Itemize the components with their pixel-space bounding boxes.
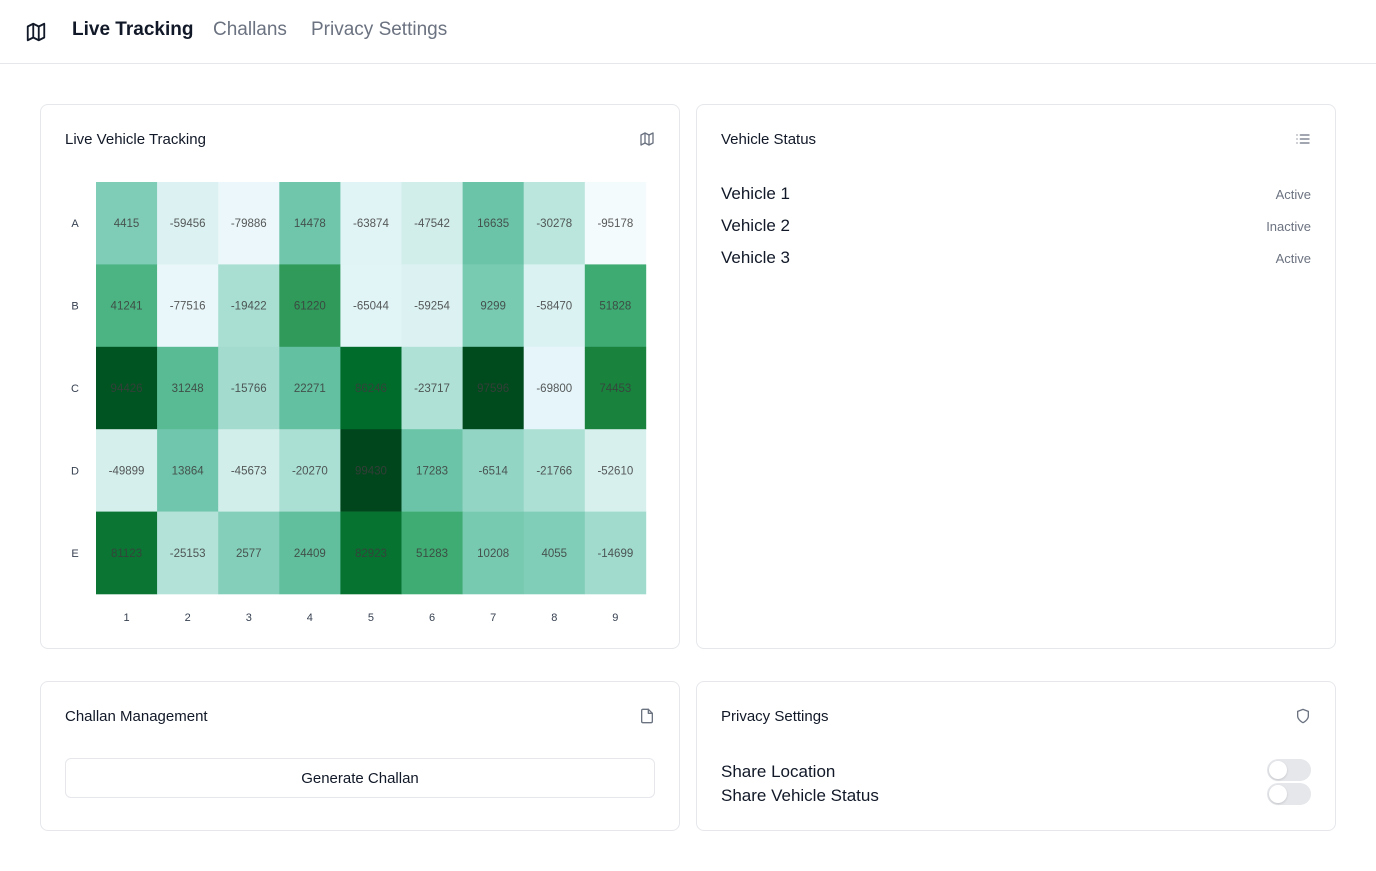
card-title: Privacy Settings bbox=[721, 708, 829, 725]
status-badge: Active bbox=[1275, 187, 1311, 202]
cell-value-label: -6514 bbox=[478, 465, 508, 477]
challan-card: Challan Management Generate Challan bbox=[40, 681, 680, 831]
cell-value-label: -49899 bbox=[109, 465, 145, 477]
live-tracking-card: Live Vehicle Tracking 4415 -59456 -79886 14… bbox=[40, 104, 680, 649]
list-item[interactable]: Vehicle 3 Active bbox=[721, 248, 1311, 272]
x-tick-label: 7 bbox=[490, 612, 496, 624]
cell-value-label: -63874 bbox=[353, 218, 389, 230]
status-badge: Inactive bbox=[1266, 219, 1311, 234]
cell-value-label: 99430 bbox=[355, 465, 387, 477]
cell-value-label: 74453 bbox=[599, 383, 631, 395]
cell-value-label: -14699 bbox=[597, 548, 633, 560]
top-nav: Live Tracking Challans Privacy Settings bbox=[0, 0, 1376, 64]
cell-value-label: -69800 bbox=[536, 383, 572, 395]
cell-value-label: 31248 bbox=[172, 383, 204, 395]
cell-value-label: 4415 bbox=[114, 218, 140, 230]
toggle-knob bbox=[1269, 785, 1287, 803]
x-tick-label: 6 bbox=[429, 612, 435, 624]
card-title: Challan Management bbox=[65, 708, 208, 725]
share-location-label: Share Location bbox=[721, 762, 836, 781]
x-tick-label: 3 bbox=[246, 612, 252, 624]
nav-live-tracking[interactable]: Live Tracking bbox=[72, 19, 193, 41]
cell-value-label: -45673 bbox=[231, 465, 267, 477]
cell-value-label: 24409 bbox=[294, 548, 326, 560]
nav-privacy-settings[interactable]: Privacy Settings bbox=[311, 19, 447, 41]
vehicle-status-card: Vehicle Status Vehicle 1 Active Vehicle … bbox=[696, 104, 1336, 649]
cell-value-label: -59254 bbox=[414, 301, 450, 313]
cell-value-label: -47542 bbox=[414, 218, 450, 230]
x-tick-label: 5 bbox=[368, 612, 374, 624]
cell-value-label: -58470 bbox=[536, 301, 572, 313]
cell-value-label: -52610 bbox=[597, 465, 633, 477]
cell-value-label: 51828 bbox=[599, 301, 631, 313]
vehicle-name: Vehicle 2 bbox=[721, 216, 790, 235]
cell-value-label: 16635 bbox=[477, 218, 509, 230]
y-tick-label: C bbox=[71, 383, 79, 395]
cell-value-label: -77516 bbox=[170, 301, 206, 313]
cell-value-label: 97596 bbox=[477, 383, 509, 395]
list-icon bbox=[1296, 134, 1310, 144]
cell-value-label: -25153 bbox=[170, 548, 206, 560]
cell-value-label: 10208 bbox=[477, 548, 509, 560]
cell-value-label: -20270 bbox=[292, 465, 328, 477]
cell-value-label: 22271 bbox=[294, 383, 326, 395]
share-vehicle-status-toggle[interactable] bbox=[1267, 783, 1311, 805]
x-tick-label: 1 bbox=[123, 612, 129, 624]
y-tick-label: E bbox=[71, 548, 78, 560]
status-badge: Active bbox=[1275, 251, 1311, 266]
toggle-knob bbox=[1269, 761, 1287, 779]
cell-value-label: 9299 bbox=[480, 301, 506, 313]
card-title: Vehicle Status bbox=[721, 131, 817, 148]
cell-value-label: -65044 bbox=[353, 301, 389, 313]
cell-value-label: 94426 bbox=[111, 383, 143, 395]
cell-value-label: 86246 bbox=[355, 383, 387, 395]
cell-value-label: 82923 bbox=[355, 548, 387, 560]
vehicle-name: Vehicle 3 bbox=[721, 248, 790, 267]
list-item[interactable]: Vehicle 2 Inactive bbox=[721, 216, 1311, 240]
cell-value-label: 17283 bbox=[416, 465, 448, 477]
cell-value-label: -30278 bbox=[536, 218, 572, 230]
nav-challans[interactable]: Challans bbox=[213, 19, 287, 41]
cell-value-label: 4055 bbox=[541, 548, 567, 560]
map-icon[interactable] bbox=[25, 21, 47, 43]
cell-value-label: -95178 bbox=[597, 218, 633, 230]
cell-value-label: 61220 bbox=[294, 301, 326, 313]
x-tick-label: 4 bbox=[307, 612, 313, 624]
cell-value-label: 13864 bbox=[172, 465, 205, 477]
share-location-toggle[interactable] bbox=[1267, 759, 1311, 781]
y-tick-label: B bbox=[71, 301, 78, 313]
y-tick-label: D bbox=[71, 465, 79, 477]
cell-value-label: -21766 bbox=[536, 465, 572, 477]
vehicle-name: Vehicle 1 bbox=[721, 184, 790, 203]
tracking-heatmap[interactable]: 4415 -59456 -79886 14478 -63874 -47542 16635 -3… bbox=[41, 105, 681, 650]
x-tick-label: 8 bbox=[551, 612, 557, 624]
cell-value-label: 41241 bbox=[111, 301, 143, 313]
cell-value-label: -59456 bbox=[170, 218, 206, 230]
cell-value-label: 2577 bbox=[236, 548, 262, 560]
cell-value-label: 51283 bbox=[416, 548, 448, 560]
shield-icon bbox=[1297, 708, 1309, 724]
cell-value-label: 81123 bbox=[111, 548, 142, 560]
cell-value-label: 14478 bbox=[294, 218, 326, 230]
y-tick-label: A bbox=[71, 218, 79, 230]
cell-value-label: -23717 bbox=[414, 383, 450, 395]
privacy-card: Privacy Settings Share Location Share Ve… bbox=[696, 681, 1336, 831]
file-icon bbox=[641, 708, 653, 724]
cell-value-label: -19422 bbox=[231, 301, 267, 313]
cell-value-label: -79886 bbox=[231, 218, 267, 230]
cell-value-label: -15766 bbox=[231, 383, 267, 395]
share-vehicle-status-label: Share Vehicle Status bbox=[721, 786, 879, 805]
list-item[interactable]: Vehicle 1 Active bbox=[721, 184, 1311, 208]
x-tick-label: 2 bbox=[185, 612, 191, 624]
x-tick-label: 9 bbox=[612, 612, 618, 624]
generate-challan-button[interactable]: Generate Challan bbox=[65, 758, 655, 798]
